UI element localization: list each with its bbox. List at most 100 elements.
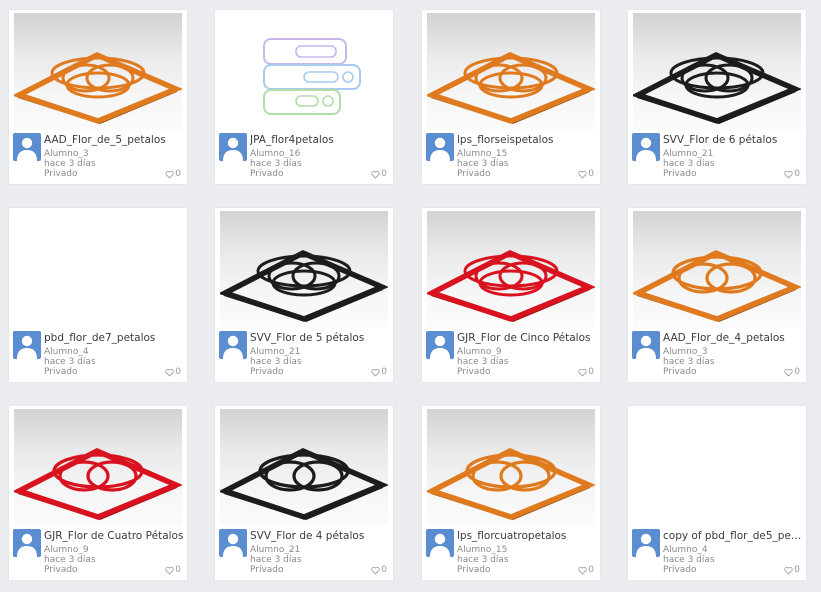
design-author[interactable]: Alumno_21 bbox=[250, 347, 390, 357]
design-title[interactable]: GJR_Flor de Cinco Pétalos bbox=[457, 332, 597, 345]
design-author[interactable]: Alumno_16 bbox=[250, 149, 390, 159]
like-button[interactable]: 0 bbox=[784, 169, 800, 179]
avatar[interactable] bbox=[13, 133, 41, 161]
coaster-model bbox=[220, 447, 388, 520]
design-title[interactable]: lps_florseispetalos bbox=[457, 134, 597, 147]
design-card[interactable]: lps_florseispetalos Alumno_15 hace 3 días P… bbox=[422, 10, 600, 184]
heart-icon bbox=[165, 170, 174, 179]
design-thumbnail[interactable] bbox=[427, 13, 595, 130]
like-button[interactable]: 0 bbox=[578, 367, 594, 377]
like-button[interactable]: 0 bbox=[578, 169, 594, 179]
like-button[interactable]: 0 bbox=[165, 169, 181, 179]
design-time: hace 3 días bbox=[44, 555, 96, 565]
design-thumbnail[interactable] bbox=[14, 13, 182, 130]
coaster-model bbox=[427, 447, 595, 520]
like-button[interactable]: 0 bbox=[371, 565, 387, 575]
coaster-model bbox=[14, 51, 182, 124]
design-title[interactable]: copy of pbd_flor_de5_pet... bbox=[663, 530, 803, 543]
blocks-code-preview bbox=[263, 38, 361, 115]
design-title[interactable]: pbd_flor_de7_petalos bbox=[44, 332, 184, 345]
avatar[interactable] bbox=[632, 331, 660, 359]
design-time: hace 3 días bbox=[250, 159, 302, 169]
design-author[interactable]: Alumno_21 bbox=[663, 149, 803, 159]
design-visibility: Privado bbox=[44, 367, 78, 377]
like-count: 0 bbox=[794, 565, 800, 575]
design-time: hace 3 días bbox=[457, 357, 509, 367]
design-time: hace 3 días bbox=[250, 555, 302, 565]
design-title[interactable]: GJR_Flor de Cuatro Pétalos bbox=[44, 530, 184, 543]
like-count: 0 bbox=[381, 367, 387, 377]
coaster-model bbox=[427, 249, 595, 322]
avatar[interactable] bbox=[219, 331, 247, 359]
heart-icon bbox=[371, 368, 380, 377]
like-button[interactable]: 0 bbox=[578, 565, 594, 575]
design-time: hace 3 días bbox=[457, 159, 509, 169]
design-card[interactable]: AAD_Flor_de_5_petalos Alumno_3 hace 3 días… bbox=[9, 10, 187, 184]
design-author[interactable]: Alumno_3 bbox=[663, 347, 803, 357]
design-author[interactable]: Alumno_3 bbox=[44, 149, 184, 159]
design-time: hace 3 días bbox=[250, 357, 302, 367]
design-title[interactable]: AAD_Flor_de_5_petalos bbox=[44, 134, 184, 147]
avatar[interactable] bbox=[13, 331, 41, 359]
design-time: hace 3 días bbox=[44, 159, 96, 169]
avatar[interactable] bbox=[632, 133, 660, 161]
avatar[interactable] bbox=[426, 529, 454, 557]
design-card[interactable]: lps_florcuatropetalos Alumno_15 hace 3 día… bbox=[422, 406, 600, 580]
design-thumbnail[interactable] bbox=[633, 211, 801, 328]
avatar[interactable] bbox=[426, 331, 454, 359]
design-thumbnail[interactable] bbox=[220, 13, 388, 130]
design-author[interactable]: Alumno_21 bbox=[250, 545, 390, 555]
like-count: 0 bbox=[175, 367, 181, 377]
design-thumbnail[interactable] bbox=[220, 409, 388, 526]
design-thumbnail[interactable] bbox=[14, 409, 182, 526]
like-button[interactable]: 0 bbox=[371, 169, 387, 179]
avatar[interactable] bbox=[13, 529, 41, 557]
heart-icon bbox=[165, 566, 174, 575]
like-count: 0 bbox=[588, 367, 594, 377]
like-button[interactable]: 0 bbox=[165, 367, 181, 377]
design-card[interactable]: GJR_Flor de Cinco Pétalos Alumno_9 hace 3 … bbox=[422, 208, 600, 382]
like-button[interactable]: 0 bbox=[784, 367, 800, 377]
design-author[interactable]: Alumno_15 bbox=[457, 545, 597, 555]
design-card[interactable]: AAD_Flor_de_4_petalos Alumno_3 hace 3 días… bbox=[628, 208, 806, 382]
design-thumbnail[interactable] bbox=[14, 211, 182, 328]
heart-icon bbox=[784, 368, 793, 377]
design-author[interactable]: Alumno_9 bbox=[457, 347, 597, 357]
design-title[interactable]: lps_florcuatropetalos bbox=[457, 530, 597, 543]
design-title[interactable]: AAD_Flor_de_4_petalos bbox=[663, 332, 803, 345]
coaster-model bbox=[427, 51, 595, 124]
design-thumbnail[interactable] bbox=[633, 409, 801, 526]
design-thumbnail[interactable] bbox=[427, 409, 595, 526]
design-thumbnail[interactable] bbox=[427, 211, 595, 328]
design-visibility: Privado bbox=[250, 169, 284, 179]
design-thumbnail[interactable] bbox=[633, 13, 801, 130]
design-card[interactable]: SVV_Flor de 5 pétalos Alumno_21 hace 3 día… bbox=[215, 208, 393, 382]
design-card[interactable]: pbd_flor_de7_petalos Alumno_4 hace 3 días P… bbox=[9, 208, 187, 382]
heart-icon bbox=[784, 170, 793, 179]
design-grid: AAD_Flor_de_5_petalos Alumno_3 hace 3 días… bbox=[0, 0, 821, 592]
design-title[interactable]: SVV_Flor de 6 pétalos bbox=[663, 134, 803, 147]
design-time: hace 3 días bbox=[663, 555, 715, 565]
design-card[interactable]: GJR_Flor de Cuatro Pétalos Alumno_9 hace 3… bbox=[9, 406, 187, 580]
design-author[interactable]: Alumno_4 bbox=[44, 347, 184, 357]
design-thumbnail[interactable] bbox=[220, 211, 388, 328]
like-button[interactable]: 0 bbox=[371, 367, 387, 377]
design-title[interactable]: SVV_Flor de 4 pétalos bbox=[250, 530, 390, 543]
design-author[interactable]: Alumno_4 bbox=[663, 545, 803, 555]
design-author[interactable]: Alumno_9 bbox=[44, 545, 184, 555]
avatar[interactable] bbox=[426, 133, 454, 161]
design-card[interactable]: SVV_Flor de 4 pétalos Alumno_21 hace 3 día… bbox=[215, 406, 393, 580]
design-author[interactable]: Alumno_15 bbox=[457, 149, 597, 159]
design-card[interactable]: JPA_flor4petalos Alumno_16 hace 3 días Priv… bbox=[215, 10, 393, 184]
like-button[interactable]: 0 bbox=[165, 565, 181, 575]
avatar[interactable] bbox=[219, 133, 247, 161]
design-card[interactable]: copy of pbd_flor_de5_pet... Alumno_4 hace … bbox=[628, 406, 806, 580]
like-button[interactable]: 0 bbox=[784, 565, 800, 575]
design-visibility: Privado bbox=[250, 565, 284, 575]
design-card[interactable]: SVV_Flor de 6 pétalos Alumno_21 hace 3 día… bbox=[628, 10, 806, 184]
design-title[interactable]: JPA_flor4petalos bbox=[250, 134, 390, 147]
avatar[interactable] bbox=[219, 529, 247, 557]
design-title[interactable]: SVV_Flor de 5 pétalos bbox=[250, 332, 390, 345]
avatar[interactable] bbox=[632, 529, 660, 557]
like-count: 0 bbox=[588, 169, 594, 179]
